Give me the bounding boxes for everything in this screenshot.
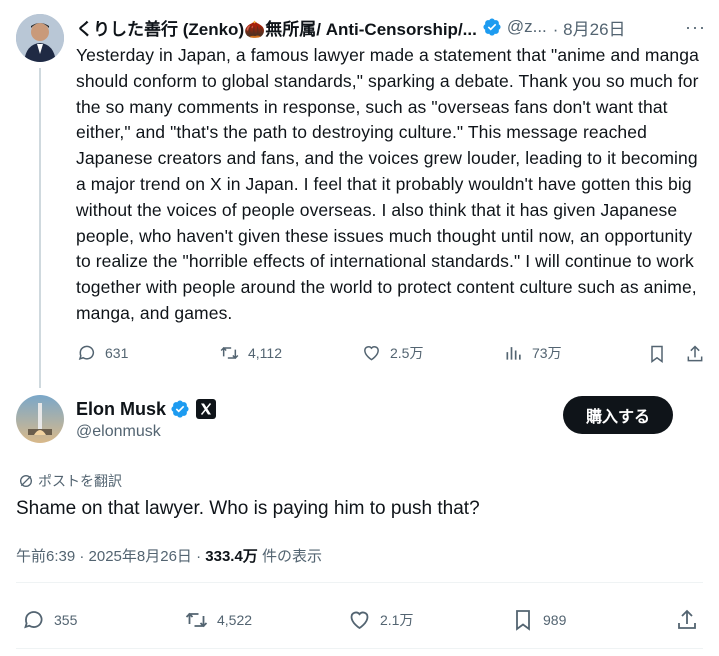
repost-button[interactable]: 4,522: [184, 608, 252, 632]
divider-bottom: [16, 648, 703, 649]
repost-icon: [219, 343, 240, 363]
tweet-meta: 午前6:39 · 2025年8月26日 · 333.4万 件の表示: [16, 545, 322, 566]
reply-icon: [22, 608, 46, 632]
heart-icon: [361, 343, 382, 363]
heart-icon: [347, 608, 372, 632]
avatar-zenko-image: [16, 14, 64, 62]
main-tweet-text: Shame on that lawyer. Who is paying him …: [16, 498, 480, 519]
bookmark-button[interactable]: 989: [511, 608, 566, 632]
thread-line: [39, 68, 41, 388]
avatar-elonmusk[interactable]: [16, 395, 64, 443]
share-icon[interactable]: [685, 344, 705, 364]
main-header: Elon Musk: [76, 397, 217, 421]
share-icon[interactable]: [675, 608, 699, 632]
author-handle[interactable]: @elonmusk: [76, 423, 161, 441]
like-count: 2.1万: [380, 612, 414, 628]
repost-icon: [184, 608, 209, 632]
like-button[interactable]: 2.5万: [361, 343, 423, 363]
bookmark-count: 989: [543, 612, 567, 628]
reply-button[interactable]: 631: [77, 343, 128, 363]
like-count: 2.5万: [390, 345, 424, 361]
author-name[interactable]: Elon Musk: [76, 399, 166, 420]
reply-header: くりした善行 (Zenko)🌰無所属/ Anti-Censorship/... …: [76, 14, 706, 40]
author-handle[interactable]: @z...: [507, 17, 547, 37]
verified-badge-icon: [170, 399, 190, 419]
reply-icon: [77, 343, 97, 363]
repost-button[interactable]: 4,112: [219, 343, 282, 363]
translate-post-link[interactable]: ポストを翻訳: [18, 471, 122, 491]
reply-count: 355: [54, 612, 78, 628]
tweet-timestamp[interactable]: · 8月26日: [553, 15, 626, 40]
avatar-elonmusk-image: [16, 395, 64, 443]
view-count-label: 件の表示: [257, 548, 322, 565]
bookmark-icon[interactable]: [647, 344, 667, 364]
repost-count: 4,112: [248, 345, 282, 361]
translate-label: ポストを翻訳: [38, 473, 122, 489]
reply-button[interactable]: 355: [22, 608, 77, 632]
more-options-icon[interactable]: ···: [685, 17, 706, 38]
tweet-datetime[interactable]: 午前6:39 · 2025年8月26日 ·: [16, 548, 205, 565]
divider: [16, 582, 703, 583]
bookmark-icon: [511, 608, 535, 632]
verified-badge-icon: [482, 17, 502, 37]
translate-globe-icon: [18, 473, 34, 489]
reply-count: 631: [105, 345, 129, 361]
x-affiliate-logo-icon[interactable]: [196, 399, 217, 419]
reply-tweet-text: Yesterday in Japan, a famous lawyer made…: [76, 45, 699, 323]
avatar-zenko[interactable]: [16, 14, 64, 62]
views-button[interactable]: 73万: [504, 343, 562, 363]
repost-count: 4,522: [217, 612, 253, 628]
view-count: 333.4万: [205, 548, 258, 565]
buy-button[interactable]: 購入する: [563, 396, 673, 434]
views-count: 73万: [532, 345, 562, 361]
views-icon: [504, 343, 524, 363]
author-name[interactable]: くりした善行 (Zenko)🌰無所属/ Anti-Censorship/...: [76, 15, 477, 40]
like-button[interactable]: 2.1万: [347, 608, 413, 632]
